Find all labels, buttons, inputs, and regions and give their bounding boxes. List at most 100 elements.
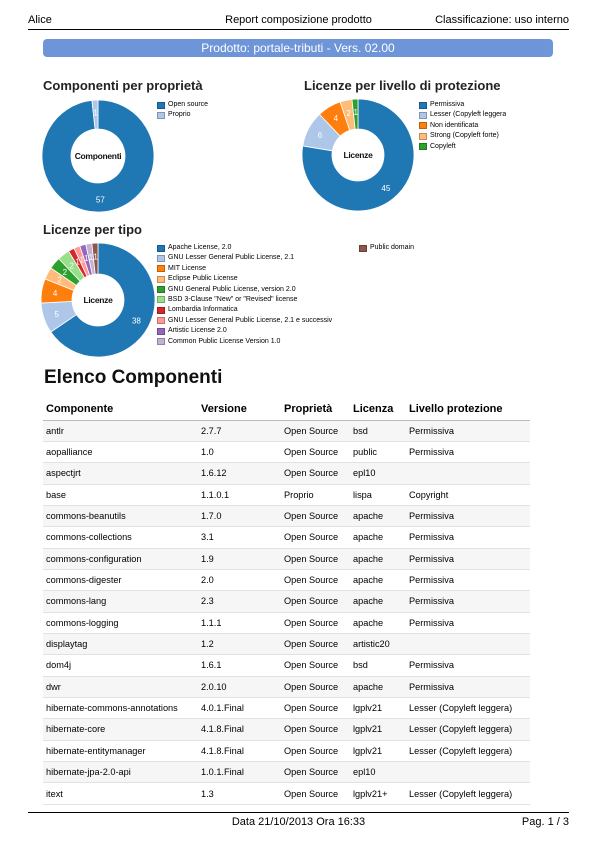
- cell-ownership: Proprio: [281, 484, 350, 506]
- cell-license: apache: [350, 526, 406, 549]
- legend-protection: Permissiva Lesser (Copyleft leggera Non id…: [419, 100, 506, 152]
- cell-protection: Permissiva: [406, 590, 530, 613]
- cell-version: 2.7.7: [198, 420, 281, 442]
- table-row: commons-digester 2.0 Open Source apache Perm…: [43, 569, 530, 592]
- legend-swatch: [419, 122, 427, 130]
- slice-value-label: 2: [63, 268, 68, 277]
- cell-component: hibernate-commons-annotations: [43, 697, 198, 720]
- legend-label: GNU Lesser General Public License, 2.1: [168, 254, 295, 262]
- cell-version: 4.1.8.Final: [198, 740, 281, 763]
- cell-license: apache: [350, 505, 406, 528]
- page-footer: Data 21/10/2013 Ora 16:33 Pag. 1 / 3: [28, 812, 569, 830]
- cell-version: 1.1.0.1: [198, 484, 281, 506]
- legend-item: Permissiva: [419, 100, 506, 110]
- legend-swatch: [359, 244, 367, 252]
- donut-center-label: Componenti: [75, 151, 122, 161]
- cell-component: dom4j: [43, 654, 198, 677]
- table-row: commons-configuration 1.9 Open Source apach…: [43, 548, 530, 570]
- legend-swatch: [157, 327, 165, 335]
- slice-value-label: 1: [93, 109, 98, 118]
- page-header: Alice Report composizione prodotto Class…: [28, 14, 569, 30]
- table-row: itext 1.3 Open Source lgplv21+ Lesser (Copyl…: [43, 782, 530, 805]
- cell-component: aspectjrt: [43, 462, 198, 485]
- table-row: aopalliance 1.0 Open Source public Permissiv…: [43, 441, 530, 464]
- cell-protection: Permissiva: [406, 505, 530, 528]
- legend-item: Strong (Copyleft forte): [419, 131, 506, 141]
- cell-protection: [406, 633, 530, 656]
- components-table: Componente Versione Proprietà Licenza Li…: [43, 398, 530, 805]
- legend-item: Apache License, 2.0: [157, 243, 332, 253]
- cell-ownership: Open Source: [281, 505, 350, 528]
- col-header-component: Componente: [43, 398, 198, 421]
- slice-value-label: 45: [381, 184, 390, 193]
- cell-component: hibernate-core: [43, 718, 198, 741]
- table-row: base 1.1.0.1 Proprio lispa Copyright: [43, 484, 530, 506]
- legend-swatch: [157, 338, 165, 346]
- cell-license: lgplv21+: [350, 782, 406, 805]
- cell-ownership: Open Source: [281, 676, 350, 698]
- legend-swatch: [419, 143, 427, 151]
- cell-license: epl10: [350, 761, 406, 784]
- legend-swatch: [157, 317, 165, 325]
- legend-label: GNU General Public License, version 2.0: [168, 285, 296, 293]
- cell-ownership: Open Source: [281, 590, 350, 613]
- cell-protection: Permissiva: [406, 654, 530, 677]
- legend-swatch: [419, 111, 427, 119]
- slice-value-label: 2: [69, 261, 74, 270]
- table-row: commons-collections 3.1 Open Source apache P…: [43, 526, 530, 549]
- table-row: hibernate-entitymanager 4.1.8.Final Open S…: [43, 740, 530, 763]
- donut-center-label: Licenze: [83, 295, 113, 305]
- cell-version: 1.9: [198, 548, 281, 570]
- legend-swatch: [419, 101, 427, 109]
- cell-license: lgplv21: [350, 697, 406, 720]
- cell-protection: Permissiva: [406, 548, 530, 570]
- legend-label: Public domain: [370, 244, 414, 251]
- legend-label: MIT License: [168, 264, 206, 272]
- cell-protection: Lesser (Copyleft leggera): [406, 697, 530, 720]
- legend-item: Artistic License 2.0: [157, 326, 332, 336]
- legend-label: Permissiva: [430, 101, 465, 108]
- legend-label: Lesser (Copyleft leggera: [430, 111, 507, 119]
- footer-page-number: Pag. 1 / 3: [521, 816, 569, 828]
- cell-license: epl10: [350, 462, 406, 485]
- cell-protection: Lesser (Copyleft leggera): [406, 782, 530, 805]
- cell-ownership: Open Source: [281, 569, 350, 592]
- table-row: hibernate-jpa-2.0-api 1.0.1.Final Open Sou…: [43, 761, 530, 784]
- table-row: hibernate-commons-annotations 4.0.1.Final…: [43, 697, 530, 720]
- cell-component: dwr: [43, 676, 198, 698]
- legend-label: Artistic License 2.0: [168, 327, 227, 335]
- cell-ownership: Open Source: [281, 441, 350, 464]
- cell-ownership: Open Source: [281, 462, 350, 485]
- pie-chart-ownership: 57 1 Componenti: [41, 99, 155, 213]
- table-row: hibernate-core 4.1.8.Final Open Source lgpl…: [43, 718, 530, 741]
- legend-label: Apache License, 2.0: [168, 244, 232, 251]
- table-row: commons-beanutils 1.7.0 Open Source apache P…: [43, 505, 530, 528]
- legend-swatch: [157, 286, 165, 294]
- cell-ownership: Open Source: [281, 654, 350, 677]
- legend-item: Copyleft: [419, 142, 506, 152]
- legend-license-type-extra: Public domain: [359, 243, 414, 253]
- legend-item: Public domain: [359, 243, 414, 253]
- legend-ownership: Open source Proprio: [157, 100, 208, 121]
- col-header-protection: Livello protezione: [406, 398, 530, 421]
- legend-item: BSD 3-Clause "New" or "Revised" license: [157, 295, 332, 305]
- slice-value-label: 5: [55, 310, 60, 319]
- cell-protection: Lesser (Copyleft leggera): [406, 740, 530, 763]
- legend-item: Non identificata: [419, 121, 506, 131]
- cell-version: 1.7.0: [198, 505, 281, 528]
- cell-version: 2.0: [198, 569, 281, 592]
- legend-item: MIT License: [157, 264, 332, 274]
- pie-chart-protection: 45 6 42 1 Licenze: [301, 98, 415, 212]
- donut-center-label: Licenze: [343, 150, 373, 160]
- cell-component: commons-logging: [43, 612, 198, 634]
- cell-component: commons-digester: [43, 569, 198, 592]
- legend-swatch: [157, 254, 165, 262]
- slice-value-label: 6: [318, 131, 323, 140]
- table-row: dom4j 1.6.1 Open Source bsd Permissiva: [43, 654, 530, 677]
- cell-component: hibernate-entitymanager: [43, 740, 198, 763]
- legend-swatch: [157, 275, 165, 283]
- cell-version: 1.6.1: [198, 654, 281, 677]
- table-row: commons-lang 2.3 Open Source apache Permissi…: [43, 590, 530, 613]
- legend-item: Lombardia Informatica: [157, 305, 332, 315]
- slice-value-label: 57: [96, 195, 105, 204]
